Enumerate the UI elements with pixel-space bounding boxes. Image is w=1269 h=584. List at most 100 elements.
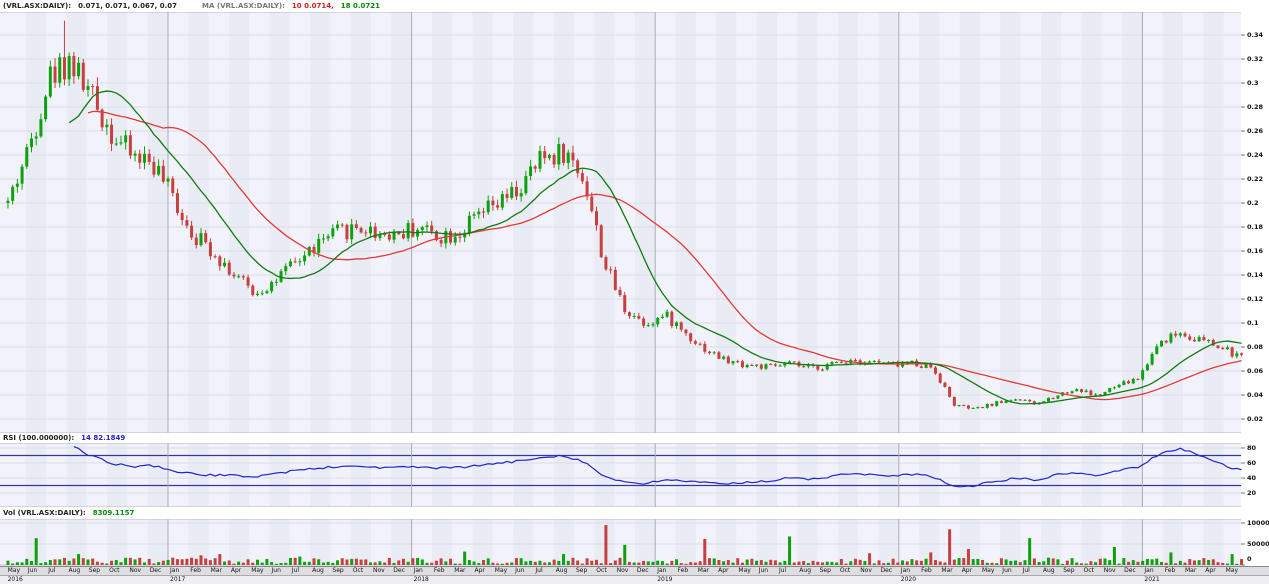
month-label: May [495, 568, 507, 574]
ma-fast-value: 10 0.0714, [292, 2, 334, 10]
symbol-label: (VRL.ASX:DAILY): [3, 2, 71, 10]
year-label: 2021 [1144, 577, 1159, 583]
month-label: Jan [170, 568, 179, 574]
month-label: Mar [1185, 568, 1196, 574]
month-label: Aug [799, 568, 811, 574]
volume-tick-label: 1000000 [1247, 520, 1269, 527]
month-label: Apr [1205, 568, 1215, 574]
price-tick-label: 0.26 [1247, 128, 1263, 135]
chart-canvas[interactable] [0, 0, 1269, 584]
month-label: Mar [454, 568, 465, 574]
price-tick-label: 0.08 [1247, 344, 1263, 351]
month-label: Mar [211, 568, 222, 574]
month-label: Oct [109, 568, 119, 574]
price-tick-label: 0.3 [1247, 80, 1259, 87]
month-label: Jul [779, 568, 786, 574]
rsi-value: 14 82.1849 [81, 434, 125, 442]
month-label: Jul [48, 568, 55, 574]
month-label: May [8, 568, 20, 574]
month-label: Dec [637, 568, 649, 574]
month-label: Jan [901, 568, 910, 574]
price-tick-label: 0.16 [1247, 248, 1263, 255]
month-label: Nov [129, 568, 141, 574]
month-label: Oct [1084, 568, 1094, 574]
month-label: Oct [840, 568, 850, 574]
month-label: Apr [962, 568, 972, 574]
month-label: Dec [1124, 568, 1136, 574]
month-label: Oct [596, 568, 606, 574]
month-label: Nov [373, 568, 385, 574]
month-label: Sep [332, 568, 343, 574]
month-label: Dec [150, 568, 162, 574]
price-tick-label: 0.04 [1247, 392, 1263, 399]
month-label: Jun [515, 568, 524, 574]
month-label: Apr [718, 568, 728, 574]
month-label: Jul [292, 568, 299, 574]
month-label: Jan [1144, 568, 1153, 574]
month-label: Feb [190, 568, 201, 574]
month-label: Jul [1023, 568, 1030, 574]
ma-label: MA (VRL.ASX:DAILY): [202, 2, 285, 10]
price-tick-label: 0.06 [1247, 368, 1263, 375]
year-label: 2020 [901, 577, 916, 583]
month-label: Feb [434, 568, 445, 574]
year-axis-row[interactable] [0, 575, 1269, 584]
month-label: Jun [28, 568, 37, 574]
volume-label: Vol (VRL.ASX:DAILY): [3, 509, 86, 517]
month-label: Mar [941, 568, 952, 574]
month-label: Sep [576, 568, 587, 574]
price-tick-label: 0.22 [1247, 176, 1263, 183]
month-label: Aug [556, 568, 568, 574]
month-label: Aug [1043, 568, 1055, 574]
month-label: Sep [89, 568, 100, 574]
price-tick-label: 0.12 [1247, 296, 1263, 303]
rsi-tick-label: 60 [1247, 460, 1256, 467]
volume-legend: Vol (VRL.ASX:DAILY): 8309.1157 [0, 507, 1269, 519]
month-label: Dec [393, 568, 405, 574]
month-label: Sep [820, 568, 831, 574]
month-label: Jul [535, 568, 542, 574]
price-tick-label: 0.14 [1247, 272, 1263, 279]
month-label: Oct [353, 568, 363, 574]
year-label: 2018 [414, 577, 429, 583]
volume-tick-label: 0 [1247, 556, 1252, 563]
month-label: Feb [1165, 568, 1176, 574]
month-label: Apr [231, 568, 241, 574]
month-label: Jan [414, 568, 423, 574]
volume-tick-label: 500000 [1247, 541, 1269, 548]
month-label: Dec [881, 568, 893, 574]
month-label: Feb [678, 568, 689, 574]
month-label: Sep [1063, 568, 1074, 574]
ma-slow-value: 18 0.0721 [341, 2, 380, 10]
year-label: 2017 [170, 577, 185, 583]
month-label: Nov [1104, 568, 1116, 574]
month-label: Jan [657, 568, 666, 574]
volume-value: 8309.1157 [93, 509, 135, 517]
month-label: Feb [921, 568, 932, 574]
month-label: May [251, 568, 263, 574]
price-tick-label: 0.1 [1247, 320, 1259, 327]
price-tick-label: 0.2 [1247, 200, 1259, 207]
ohlc-values: 0.071, 0.071, 0.067, 0.07 [78, 2, 177, 10]
price-tick-label: 0.18 [1247, 224, 1263, 231]
rsi-label: RSI (100.000000): [3, 434, 74, 442]
rsi-legend: RSI (100.000000): 14 82.1849 [0, 433, 1269, 443]
month-label: May [982, 568, 994, 574]
rsi-tick-label: 20 [1247, 490, 1256, 497]
price-tick-label: 0.24 [1247, 152, 1263, 159]
month-label: May [738, 568, 750, 574]
month-label: Nov [860, 568, 872, 574]
rsi-tick-label: 40 [1247, 475, 1256, 482]
month-label: Nov [617, 568, 629, 574]
month-label: May [1226, 568, 1238, 574]
month-label: Mar [698, 568, 709, 574]
price-legend: (VRL.ASX:DAILY): 0.071, 0.071, 0.067, 0.… [0, 0, 1269, 12]
year-label: 2019 [657, 577, 672, 583]
charting-app-window: (VRL.ASX:DAILY): 0.071, 0.071, 0.067, 0.… [0, 0, 1269, 584]
month-label: Jun [759, 568, 768, 574]
rsi-tick-label: 80 [1247, 445, 1256, 452]
year-label: 2016 [8, 577, 23, 583]
month-label: Jun [272, 568, 281, 574]
price-tick-label: 0.32 [1247, 56, 1263, 63]
price-tick-label: 0.34 [1247, 32, 1263, 39]
